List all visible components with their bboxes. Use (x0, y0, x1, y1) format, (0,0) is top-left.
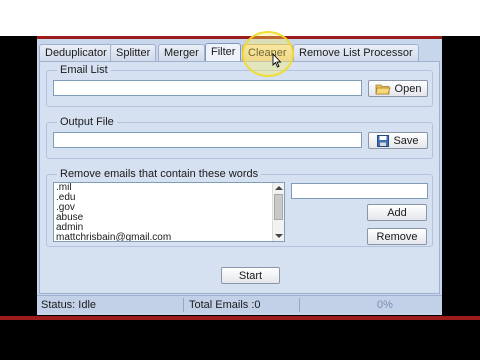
remove-words-list[interactable]: .mil .edu .gov abuse admin mattchrisbain… (53, 182, 285, 242)
scroll-down-arrow-icon[interactable] (275, 234, 283, 238)
folder-open-icon (375, 84, 391, 94)
save-button-label: Save (393, 134, 419, 147)
add-button[interactable]: Add (367, 204, 427, 221)
output-file-label: Output File (57, 116, 117, 128)
video-top-bar (0, 0, 480, 36)
open-button-label: Open (394, 82, 422, 95)
list-item[interactable]: .gov (54, 203, 284, 213)
floppy-disk-icon (377, 134, 390, 147)
cursor-highlight-circle (242, 31, 294, 77)
total-emails-text: Total Emails :0 (189, 299, 261, 311)
new-word-input[interactable] (291, 183, 428, 199)
list-item[interactable]: abuse (54, 213, 284, 223)
list-item[interactable]: mattchrisbain@gmail.com (54, 233, 284, 242)
list-item[interactable]: .mil (54, 183, 284, 193)
progress-text: 0% (377, 299, 393, 311)
save-button[interactable]: Save (368, 132, 428, 149)
mouse-pointer-icon (272, 53, 282, 68)
scroll-thumb[interactable] (274, 194, 283, 220)
tab-splitter[interactable]: Splitter (110, 44, 157, 62)
output-file-input[interactable] (53, 132, 362, 148)
list-scrollbar[interactable] (272, 183, 284, 241)
tab-remove-list-processor[interactable]: Remove List Processor (293, 44, 419, 62)
tab-deduplicator[interactable]: Deduplicator (39, 44, 113, 62)
tab-filter[interactable]: Filter (205, 43, 242, 62)
remove-words-group: Remove emails that contain these words .… (46, 168, 433, 247)
email-list-group: Email List Open (46, 64, 433, 107)
status-divider (299, 298, 300, 312)
status-divider (183, 298, 184, 312)
scroll-up-arrow-icon[interactable] (275, 186, 283, 190)
output-file-group: Output File Save (46, 116, 433, 159)
remove-words-label: Remove emails that contain these words (57, 168, 262, 180)
window-bottom-border (0, 316, 480, 320)
remove-button[interactable]: Remove (367, 228, 427, 245)
status-bar: Status: Idle Total Emails :0 0% (37, 295, 442, 313)
email-list-input[interactable] (53, 80, 362, 96)
open-button[interactable]: Open (368, 80, 428, 97)
tab-strip: Deduplicator Splitter Merger Filter Clea… (37, 43, 442, 62)
email-list-label: Email List (57, 64, 111, 76)
start-button[interactable]: Start (221, 267, 280, 284)
status-text: Status: Idle (41, 299, 97, 311)
filter-panel: Email List Open Output File Save Remove … (39, 61, 440, 294)
app-window: Deduplicator Splitter Merger Filter Clea… (37, 39, 442, 315)
tab-merger[interactable]: Merger (158, 44, 205, 62)
list-item[interactable]: .edu (54, 193, 284, 203)
